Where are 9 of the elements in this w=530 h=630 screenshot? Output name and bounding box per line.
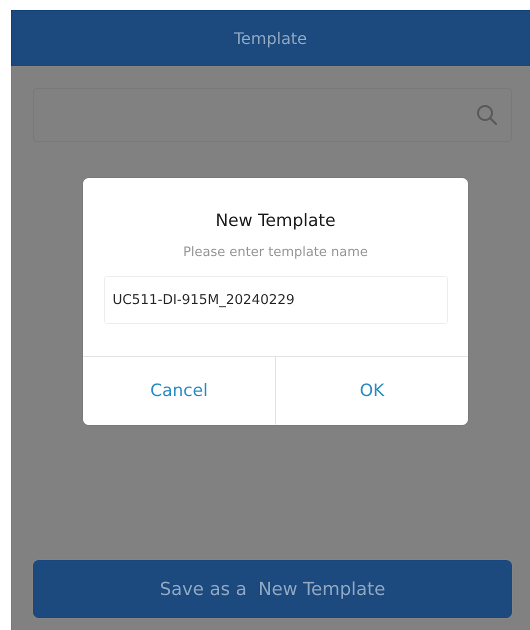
search-field[interactable] <box>33 88 512 142</box>
ok-button[interactable]: OK <box>275 357 468 425</box>
search-icon[interactable] <box>475 103 499 127</box>
dialog-prompt: Please enter template name <box>183 245 368 260</box>
save-template-button[interactable]: Save as a New Template <box>33 560 512 618</box>
template-name-field[interactable]: UC511-DI-915M_20240229 <box>104 276 448 324</box>
cancel-button[interactable]: Cancel <box>83 357 275 425</box>
header-title: Template <box>234 28 307 48</box>
dialog-title: New Template <box>215 211 336 231</box>
